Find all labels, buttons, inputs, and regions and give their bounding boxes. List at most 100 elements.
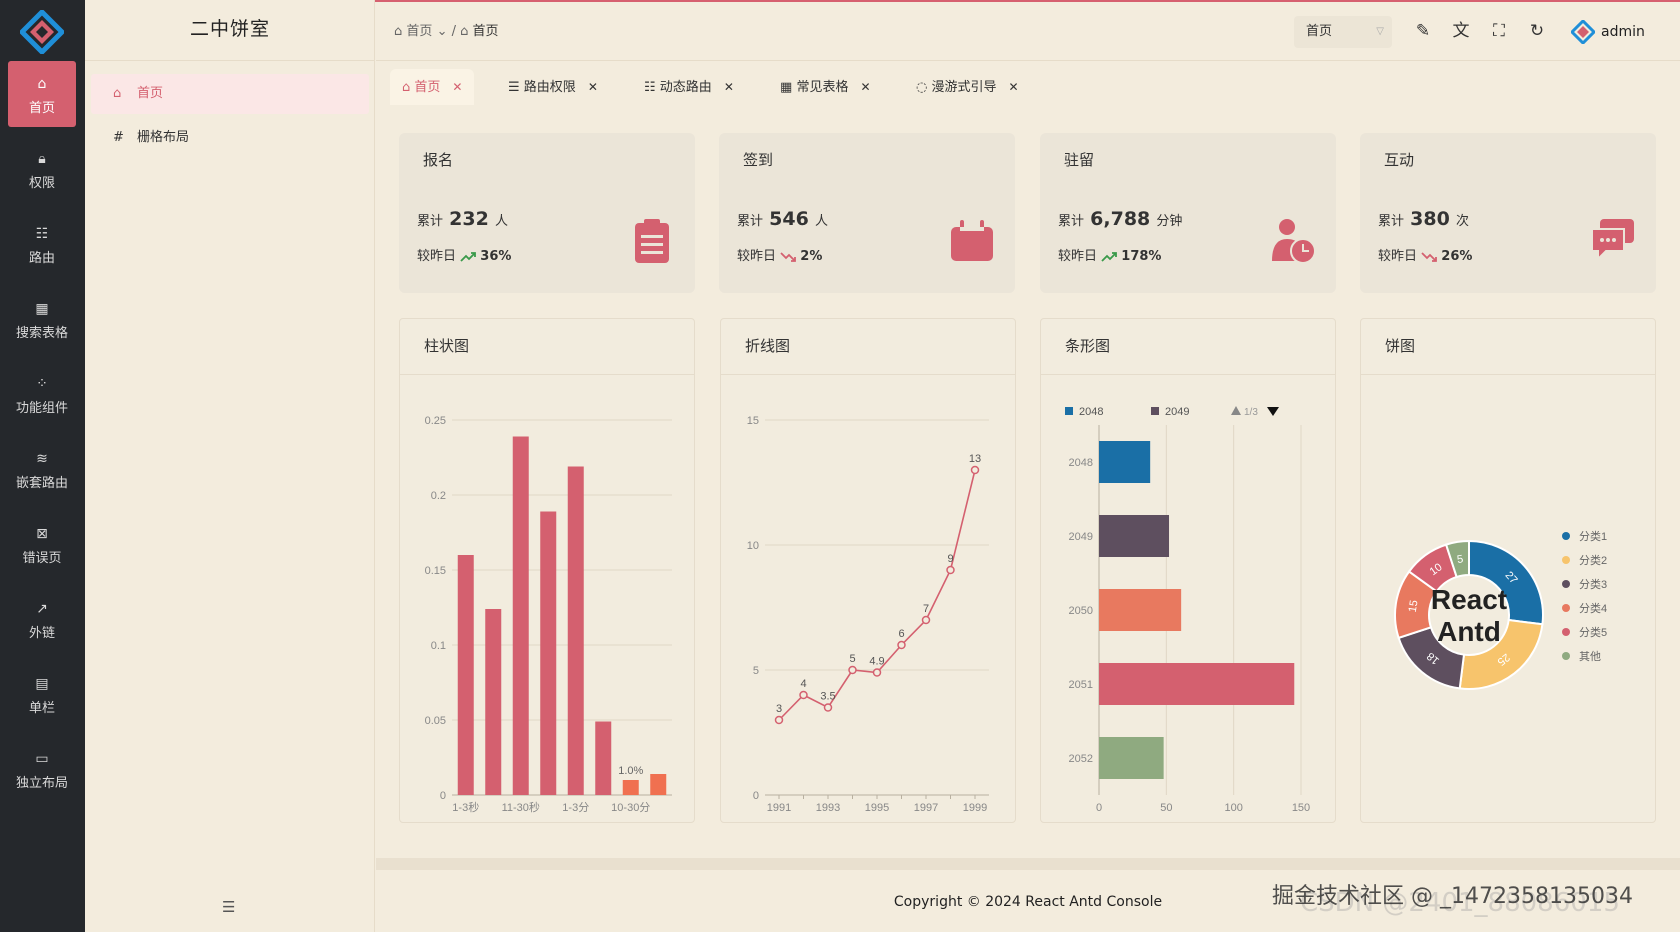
rail-item-6[interactable]: ⊠ 错误页 [8,511,76,577]
submenu-item-1[interactable]: # 栅格布局 [91,118,369,158]
bar [595,721,612,795]
clipboard-line [641,251,663,254]
user-menu[interactable]: admin [1571,18,1645,46]
x-tick-label: 1997 [914,802,938,814]
lock-icon: 🔒︎ [38,151,46,167]
center-text: Antd [1437,616,1501,647]
y-tick-label: 0 [440,790,446,802]
chat-dot [1600,238,1604,242]
external-link-icon: ↗ [36,601,48,617]
x-tick-label: 150 [1292,802,1310,814]
stat-total: 累计 232 人 [417,208,508,230]
stat-percent: 178% [1121,249,1162,264]
calendar-body [951,227,993,261]
tab-label: 动态路由 [659,80,712,95]
y-tick-label: 2049 [1069,531,1093,543]
home-icon: ⌂ [402,80,411,95]
submenu-item-0[interactable]: ⌂ 首页 [91,74,369,114]
y-tick-label: 2052 [1069,753,1093,765]
route-select-value: 首页 [1306,24,1333,39]
stat-total-label: 累计 [417,214,444,229]
app-logo-icon[interactable] [20,10,64,54]
y-tick-label: 10 [747,540,759,552]
data-point [946,565,955,575]
stat-card-2: 驻留 累计 6,788 分钟 较昨日 178% [1040,133,1336,293]
stat-percent: 2% [800,249,823,264]
y-tick-label: 2051 [1069,679,1093,691]
data-point [921,615,931,625]
legend-swatch [1065,407,1073,415]
username: admin [1601,24,1645,40]
data-point [897,640,906,650]
rail-item-1[interactable]: 🔒︎ 权限 [8,136,76,202]
tab-0[interactable]: ⌂ 首页 ✕ [390,69,475,105]
data-point [872,668,882,677]
tab-4[interactable]: ◌ 漫游式引导 ✕ [904,69,1031,105]
rail-item-3[interactable]: ▦ 搜索表格 [8,286,76,352]
rail-item-label: 首页 [28,101,55,116]
data-label: 1.0% [618,765,643,777]
slice-label: 15 [1407,599,1421,613]
close-icon[interactable]: ✕ [724,80,734,94]
home-icon: ⌂ [113,86,122,101]
tab-label: 路由权限 [523,80,576,95]
stat-compare: 较昨日 36% [417,245,511,264]
close-icon[interactable]: ✕ [588,80,598,94]
y-tick-label: 15 [747,415,759,427]
bar-chart-panel: 柱状图 0 0.05 0.1 0.15 0.2 0.25 1-3秒 11-30秒 1-3分 1.0… [399,318,695,823]
data-label: 9 [947,553,953,565]
x-tick-label: 1991 [767,802,791,814]
stat-compare-label: 较昨日 [417,249,457,264]
x-tick-label: 0 [1096,802,1102,814]
data-point [774,715,784,725]
tab-label: 常见表格 [796,80,849,95]
x-tick-label: 1999 [963,802,987,814]
close-icon[interactable]: ✕ [860,80,870,94]
stat-value: 380 [1410,208,1450,230]
stat-unit: 人 [814,214,828,229]
calendar-band [960,227,984,231]
stat-compare-label: 较昨日 [737,249,777,264]
rail-item-8[interactable]: ▤ 单栏 [8,661,76,727]
tab-3[interactable]: ▦ 常见表格 ✕ [768,69,883,105]
rail-item-5[interactable]: ≋ 嵌套路由 [8,436,76,502]
bar-chart: 0 0.05 0.1 0.15 0.2 0.25 1-3秒 11-30秒 1-3分 1.0% 10-… [425,415,672,814]
rail-item-2[interactable]: ☷ 路由 [8,211,76,277]
route-select[interactable]: 首页 ▽ [1294,16,1392,48]
tab-2[interactable]: ☷ 动态路由 ✕ [632,69,746,105]
data-point [799,690,808,700]
bar [512,436,529,795]
rail-item-0[interactable]: ⌂ 首页 [8,61,76,127]
chat-bubble-front [1591,228,1625,262]
collapse-menu-icon[interactable]: ☰ [222,898,235,916]
theme-icon[interactable]: ✎ [1410,18,1436,44]
legend-swatch [1562,604,1570,612]
fullscreen-icon[interactable]: ⛶ [1486,18,1512,44]
rail-item-9[interactable]: ▭ 独立布局 [8,736,76,802]
rail-item-4[interactable]: ⁘ 功能组件 [8,361,76,427]
rail-item-label: 外链 [28,626,55,641]
stat-compare-label: 较昨日 [1058,249,1098,264]
error-icon: ⊠ [36,526,48,542]
rail-item-7[interactable]: ↗ 外链 [8,586,76,652]
y-tick-label: 0 [753,790,759,802]
trend-up-icon [1101,251,1118,262]
close-icon[interactable]: ✕ [452,80,462,94]
clipboard-icon [635,219,669,263]
close-icon[interactable]: ✕ [1009,80,1019,94]
tab-1[interactable]: ☰ 路由权限 ✕ [496,69,610,105]
legend-label: 分类1 [1579,529,1607,543]
home-icon: ⌂ [394,24,403,39]
stat-total-label: 累计 [1378,214,1405,229]
refresh-icon[interactable]: ↻ [1524,18,1550,44]
data-point [970,465,980,475]
chevron-down-icon[interactable]: ⌄ [437,24,448,39]
stat-card-1: 签到 累计 546 人较昨日 2% [719,133,1015,293]
breadcrumb-item-first[interactable]: 首页 [406,24,432,39]
series-line [778,469,976,721]
clipboard-line [641,243,663,246]
translate-icon[interactable]: 文 [1448,18,1474,44]
rail-item-label: 路由 [28,251,55,266]
stat-card-0: 报名 累计 232 人较昨日 36% [399,133,695,293]
stat-value: 546 [769,208,809,230]
